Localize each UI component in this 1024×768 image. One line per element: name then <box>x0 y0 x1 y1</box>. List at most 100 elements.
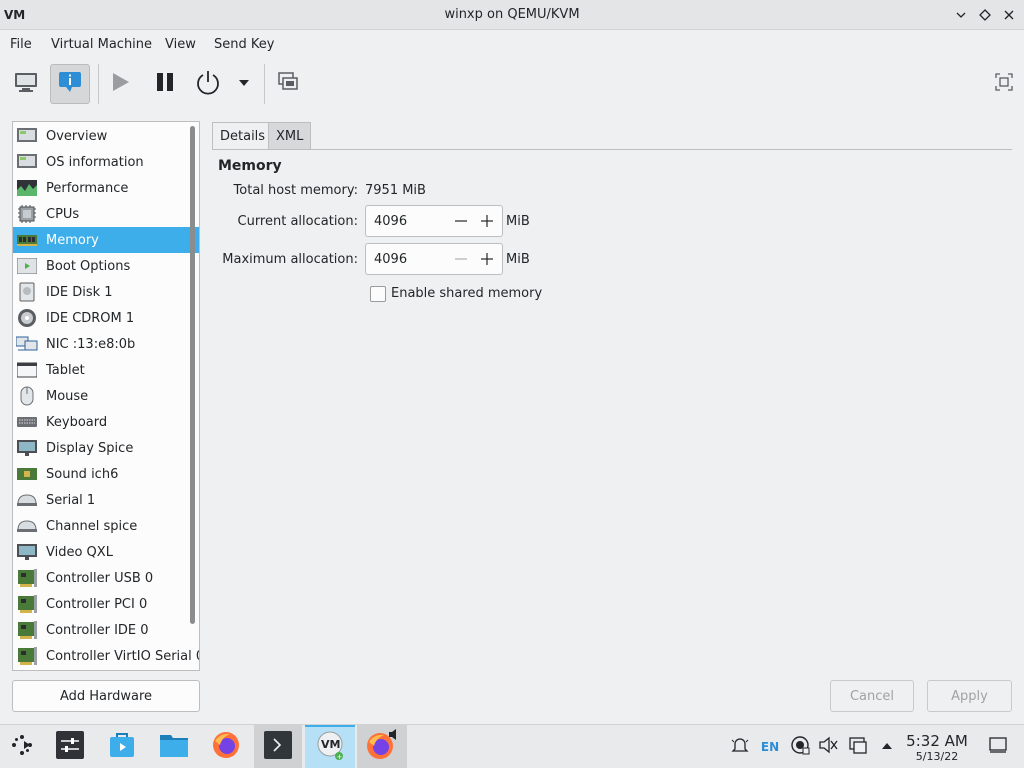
info-icon <box>58 71 82 97</box>
pause-icon <box>154 71 176 97</box>
taskbar-firefox-window[interactable] <box>357 725 407 768</box>
firefox-icon <box>212 731 240 763</box>
menu-virtual-machine[interactable]: Virtual Machine <box>51 37 152 52</box>
details-button[interactable] <box>50 64 90 104</box>
shutdown-button[interactable] <box>188 64 228 104</box>
terminal-icon <box>264 731 292 763</box>
console-button[interactable] <box>6 64 46 104</box>
svg-text:VM: VM <box>321 738 340 751</box>
sidebar-item-mouse[interactable]: Mouse <box>13 383 199 409</box>
maximum-allocation-increment[interactable] <box>476 248 498 270</box>
sidebar-item-serial-1[interactable]: Serial 1 <box>13 487 199 513</box>
sidebar-item-controller-usb-0[interactable]: Controller USB 0 <box>13 565 199 591</box>
current-allocation-label: Current allocation: <box>237 214 359 229</box>
current-allocation-increment[interactable] <box>476 210 498 232</box>
file-manager-icon <box>159 731 189 763</box>
maximum-allocation-value[interactable]: 4096 <box>374 252 407 267</box>
sidebar-item-controller-ide-0[interactable]: Controller IDE 0 <box>13 617 199 643</box>
run-button[interactable] <box>100 64 140 104</box>
sidebar-item-ide-disk-1[interactable]: IDE Disk 1 <box>13 279 199 305</box>
sidebar-scrollbar[interactable] <box>190 126 195 624</box>
enable-shared-memory-checkbox[interactable] <box>370 286 386 302</box>
svg-text:+: + <box>337 753 343 761</box>
taskbar: VM + EN 5:32 AM 5/13/22 <box>0 724 1024 768</box>
disk-icon <box>16 282 38 302</box>
shutdown-menu-button[interactable] <box>226 64 262 104</box>
snapshots-button[interactable] <box>268 64 308 104</box>
fullscreen-button[interactable] <box>984 64 1024 104</box>
os-info-icon <box>16 152 38 172</box>
cancel-button[interactable]: Cancel <box>830 680 914 712</box>
maximize-icon[interactable] <box>976 6 994 24</box>
sidebar-item-memory[interactable]: Memory <box>13 227 199 253</box>
minimize-icon[interactable] <box>952 6 970 24</box>
current-allocation-value[interactable]: 4096 <box>374 214 407 229</box>
menu-file[interactable]: File <box>10 37 32 52</box>
sidebar-item-channel-spice[interactable]: Channel spice <box>13 513 199 539</box>
tab-xml[interactable]: XML <box>268 122 312 150</box>
taskbar-file-manager[interactable] <box>156 725 192 768</box>
sound-icon <box>16 464 38 484</box>
taskbar-settings[interactable] <box>52 725 88 768</box>
toolbar-separator <box>98 64 99 104</box>
current-allocation-decrement[interactable] <box>450 210 472 232</box>
current-allocation-spinbox[interactable]: 4096 <box>365 205 503 237</box>
sidebar-item-display-spice[interactable]: Display Spice <box>13 435 199 461</box>
snapshot-icon <box>277 71 299 97</box>
tablet-icon <box>16 360 38 380</box>
taskbar-firefox[interactable] <box>208 725 244 768</box>
cdrom-icon <box>16 308 38 328</box>
tray-volume[interactable] <box>816 725 840 768</box>
tray-updates[interactable] <box>788 725 812 768</box>
discover-icon <box>108 731 136 763</box>
pause-button[interactable] <box>145 64 185 104</box>
hardware-list[interactable]: Overview OS information Performance CPUs… <box>12 121 200 671</box>
sidebar-item-video-qxl[interactable]: Video QXL <box>13 539 199 565</box>
sidebar-item-sound-ich6[interactable]: Sound ich6 <box>13 461 199 487</box>
sidebar-item-controller-virtio-serial-0[interactable]: Controller VirtIO Serial 0 <box>13 643 199 669</box>
sidebar-item-os-information[interactable]: OS information <box>13 149 199 175</box>
sidebar-item-controller-pci-0[interactable]: Controller PCI 0 <box>13 591 199 617</box>
video-icon <box>16 542 38 562</box>
tray-clipboard[interactable] <box>846 725 870 768</box>
sidebar-item-boot-options[interactable]: Boot Options <box>13 253 199 279</box>
menu-view[interactable]: View <box>165 37 196 52</box>
sidebar-item-tablet[interactable]: Tablet <box>13 357 199 383</box>
taskbar-discover[interactable] <box>104 725 140 768</box>
plus-icon <box>481 253 493 265</box>
app-launcher-button[interactable] <box>6 725 38 768</box>
menu-send-key[interactable]: Send Key <box>214 37 274 52</box>
clock-date: 5/13/22 <box>915 750 959 763</box>
display-icon <box>16 438 38 458</box>
digital-clock[interactable]: 5:32 AM 5/13/22 <box>900 732 974 763</box>
sidebar-item-keyboard[interactable]: Keyboard <box>13 409 199 435</box>
sidebar-item-ide-cdrom-1[interactable]: IDE CDROM 1 <box>13 305 199 331</box>
show-desktop-button[interactable] <box>986 725 1010 768</box>
plus-icon <box>481 215 493 227</box>
sidebar-item-nic[interactable]: NIC :13:e8:0b <box>13 331 199 357</box>
menu-bar: File Virtual Machine View Send Key <box>0 31 1024 57</box>
clipboard-icon <box>849 736 867 758</box>
memory-section-title: Memory <box>218 158 282 174</box>
enable-shared-memory-label[interactable]: Enable shared memory <box>391 286 542 301</box>
taskbar-virt-manager[interactable]: VM + <box>305 725 355 768</box>
add-hardware-button[interactable]: Add Hardware <box>12 680 200 712</box>
tray-notifications[interactable] <box>728 725 752 768</box>
apply-button[interactable]: Apply <box>927 680 1012 712</box>
toolbar <box>0 58 1024 110</box>
sidebar-item-cpus[interactable]: CPUs <box>13 201 199 227</box>
maximum-allocation-decrement[interactable] <box>450 248 472 270</box>
maximum-allocation-spinbox[interactable]: 4096 <box>365 243 503 275</box>
close-icon[interactable] <box>1000 6 1018 24</box>
tray-language[interactable]: EN <box>758 725 782 768</box>
sidebar-item-overview[interactable]: Overview <box>13 123 199 149</box>
minus-icon <box>455 258 467 260</box>
total-host-memory-value: 7951 MiB <box>365 183 426 198</box>
sidebar-item-performance[interactable]: Performance <box>13 175 199 201</box>
power-icon <box>195 69 221 99</box>
keyboard-icon <box>16 412 38 432</box>
current-allocation-unit: MiB <box>506 214 530 229</box>
taskbar-terminal[interactable] <box>254 725 302 768</box>
tray-expand[interactable] <box>876 725 898 768</box>
tab-details[interactable]: Details <box>212 122 274 150</box>
